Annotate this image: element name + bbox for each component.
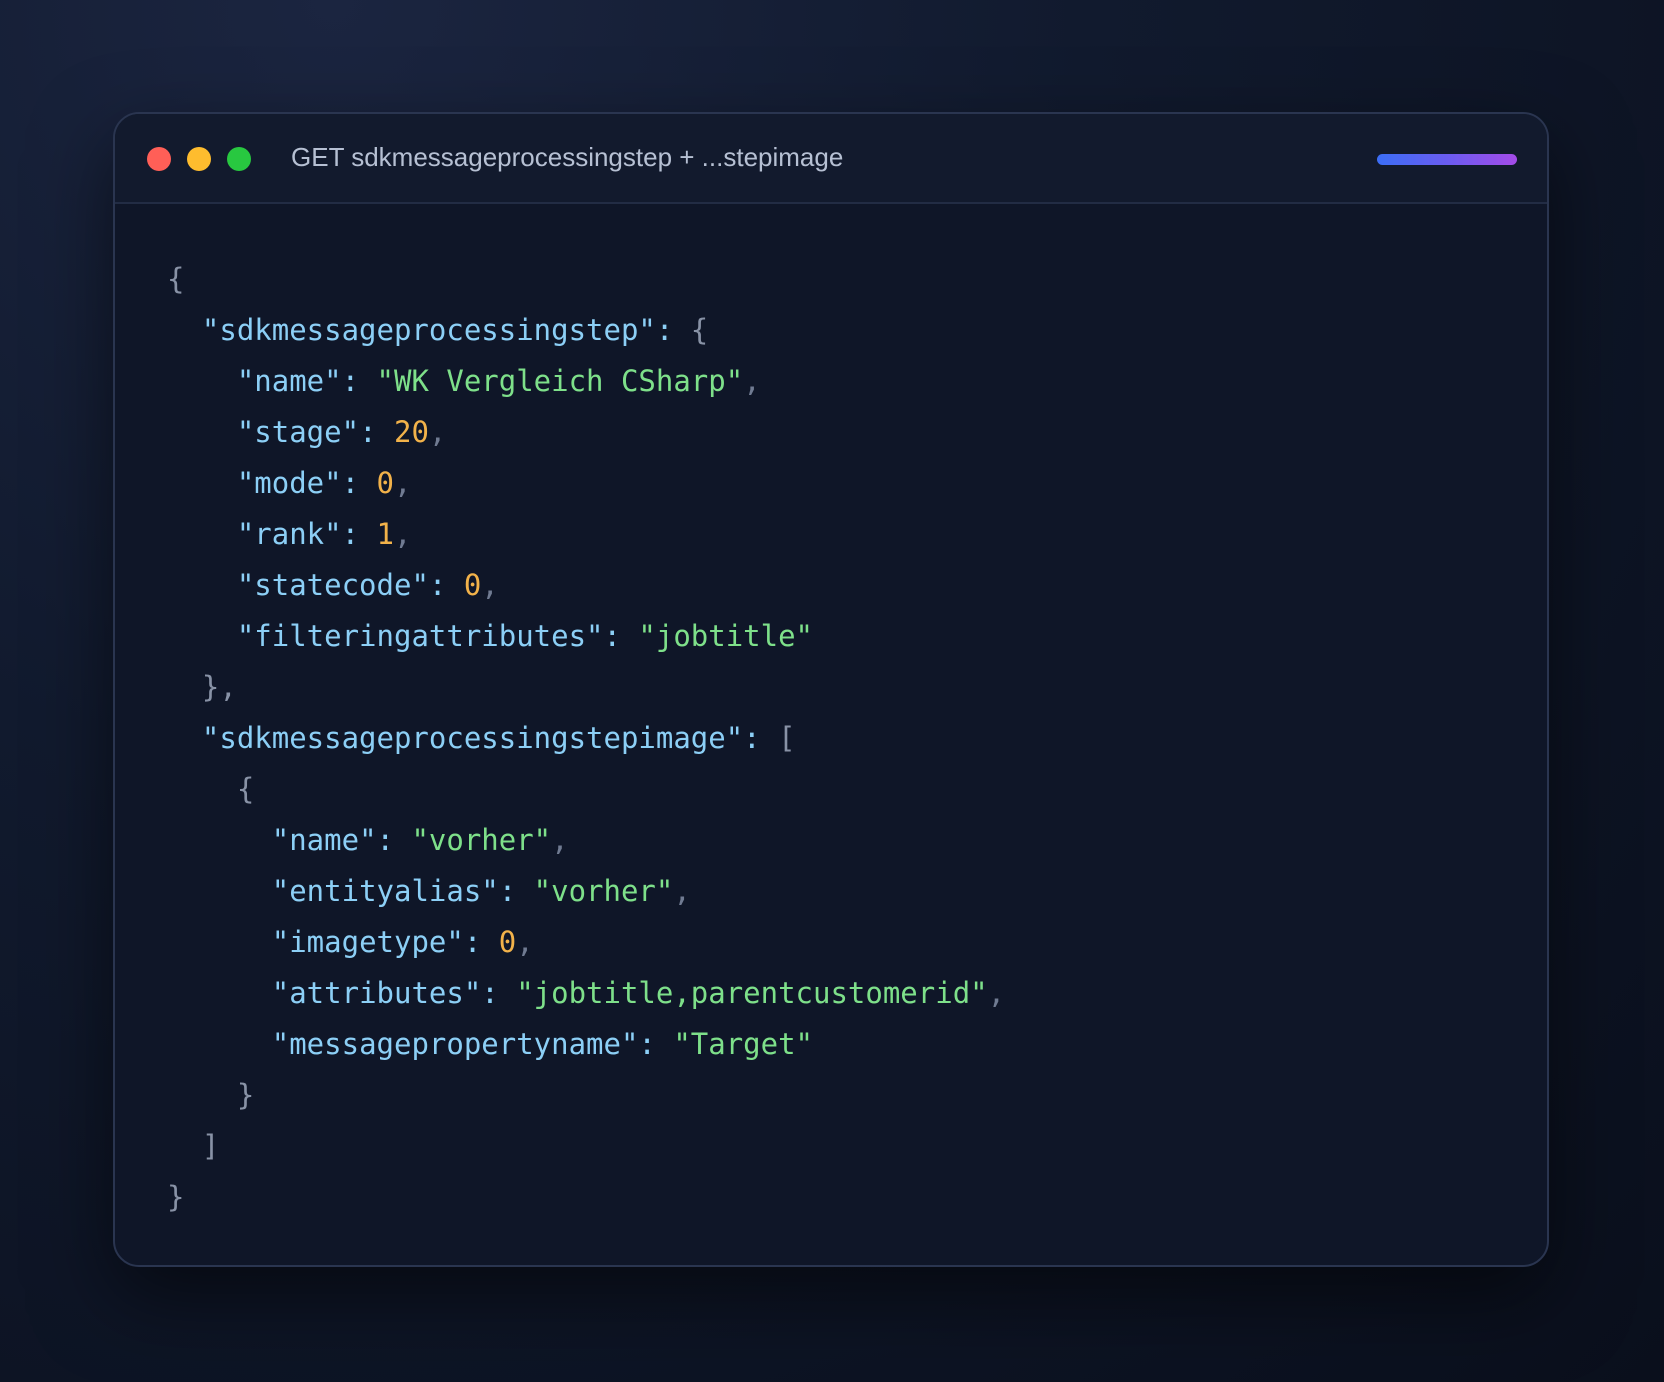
code-line: "statecode": 0,: [236, 568, 499, 602]
step-open-brace: {: [690, 313, 709, 347]
close-window-button[interactable]: [147, 147, 171, 171]
image-close-bracket: ]: [201, 1129, 220, 1163]
json-key: "mode": [236, 466, 342, 500]
json-key: "messagepropertyname": [271, 1027, 639, 1061]
code-line: ]: [167, 1121, 1005, 1172]
code-line: "messagepropertyname": "Target": [271, 1027, 814, 1061]
json-key: "rank": [236, 517, 342, 551]
code-window: GET sdkmessageprocessingstep + ...stepim…: [113, 112, 1549, 1267]
code-line: },: [167, 662, 1005, 713]
minimize-window-button[interactable]: [187, 147, 211, 171]
code-line: "imagetype": 0,: [271, 925, 534, 959]
json-key: "entityalias": [271, 874, 499, 908]
json-number-value: 1: [376, 517, 394, 551]
step-close-brace: },: [201, 670, 237, 704]
code-line: }: [167, 1172, 1005, 1223]
json-key: "name": [236, 364, 342, 398]
code-line: "mode": 0,: [236, 466, 412, 500]
json-key: "sdkmessageprocessingstep": [201, 313, 656, 347]
root-open-brace: {: [167, 262, 185, 296]
json-code-block: { "sdkmessageprocessingstep": { "name": …: [167, 254, 1005, 1223]
json-string-value: "jobtitle,parentcustomerid": [516, 976, 988, 1010]
accent-bar: [1377, 154, 1517, 165]
code-line: "entityalias": "vorher",: [271, 874, 691, 908]
json-key: "stage": [236, 415, 360, 449]
maximize-window-button[interactable]: [227, 147, 251, 171]
window-titlebar: GET sdkmessageprocessingstep + ...stepim…: [115, 114, 1547, 204]
image-open-bracket: [: [778, 721, 796, 755]
json-key: "sdkmessageprocessingstepimage": [201, 721, 744, 755]
json-string-value: "vorher": [533, 874, 674, 908]
json-number-value: 0: [498, 925, 517, 959]
json-string-value: "WK Vergleich CSharp": [376, 364, 744, 398]
json-number-value: 0: [463, 568, 482, 602]
json-number-value: 0: [376, 466, 394, 500]
json-string-value: "vorher": [411, 823, 552, 857]
code-line: "attributes": "jobtitle,parentcustomerid…: [271, 976, 1006, 1010]
code-line: "rank": 1,: [236, 517, 412, 551]
json-key: "name": [271, 823, 377, 857]
window-title: GET sdkmessageprocessingstep + ...stepim…: [291, 142, 844, 172]
code-line: "name": "WK Vergleich CSharp",: [236, 364, 761, 398]
json-key: "filteringattributes": [236, 619, 604, 653]
code-line: {: [167, 254, 1005, 305]
json-key: "imagetype": [271, 925, 464, 959]
code-line: "filteringattributes": "jobtitle": [236, 619, 814, 653]
code-line: {: [167, 764, 1005, 815]
code-line: "stage": 20,: [236, 415, 447, 449]
json-string-value: "Target": [673, 1027, 814, 1061]
json-string-value: "jobtitle": [638, 619, 814, 653]
image-item-close-brace: }: [236, 1078, 255, 1112]
code-line: }: [167, 1070, 1005, 1121]
image-item-open-brace: {: [236, 772, 255, 806]
code-line: "name": "vorher",: [271, 823, 569, 857]
root-close-brace: }: [167, 1180, 185, 1214]
json-number-value: 20: [393, 415, 429, 449]
json-key: "statecode": [236, 568, 429, 602]
json-key: "attributes": [271, 976, 482, 1010]
code-line: "sdkmessageprocessingstep": {: [201, 313, 709, 347]
code-line: "sdkmessageprocessingstepimage": [: [201, 721, 796, 755]
